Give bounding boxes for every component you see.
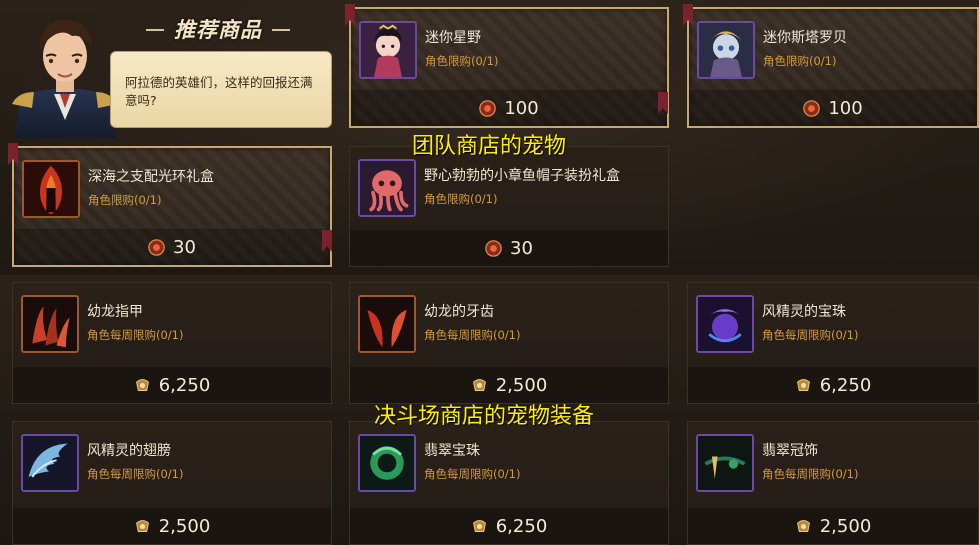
team-shop-annotation: 团队商店的宠物 bbox=[412, 134, 567, 159]
deep-sea-aura-box-icon bbox=[22, 160, 80, 218]
mini-starobe-pet-icon bbox=[697, 21, 755, 79]
purchase-limit: 角色每周限购(0/1) bbox=[424, 328, 521, 342]
shop-item-card-wind-spirit-orb[interactable]: 风精灵的宝珠 角色每周限购(0/1) 6,250 bbox=[687, 282, 979, 404]
gold-medal-coin-icon bbox=[135, 519, 149, 532]
item-name: 幼龙指甲 bbox=[87, 304, 143, 320]
purchase-limit: 角色限购(0/1) bbox=[763, 54, 837, 68]
item-name: 迷你星野 bbox=[425, 30, 481, 46]
ribbon-icon bbox=[6, 143, 20, 165]
ribbon-icon bbox=[656, 92, 670, 114]
purchase-limit: 角色每周限购(0/1) bbox=[87, 328, 184, 342]
price-bar: 100 bbox=[689, 89, 977, 126]
price-bar: 6,250 bbox=[688, 366, 978, 403]
item-price: 30 bbox=[510, 237, 533, 259]
item-price: 100 bbox=[828, 97, 863, 119]
gold-medal-coin-icon bbox=[135, 378, 149, 391]
item-price: 6,250 bbox=[819, 374, 872, 396]
shop-item-card-mini-hoshino[interactable]: 迷你星野 角色限购(0/1) 100 bbox=[349, 7, 669, 128]
item-name: 幼龙的牙齿 bbox=[424, 304, 494, 320]
octopus-hat-box-icon bbox=[358, 159, 416, 217]
dragon-tooth-icon bbox=[358, 295, 416, 353]
item-price: 2,500 bbox=[495, 374, 548, 396]
item-name: 深海之支配光环礼盒 bbox=[88, 169, 214, 185]
npc-portrait bbox=[10, 8, 120, 138]
purchase-limit: 角色每周限购(0/1) bbox=[762, 328, 859, 342]
purchase-limit: 角色每周限购(0/1) bbox=[762, 467, 859, 481]
shop-item-card-deep-sea-aura[interactable]: 深海之支配光环礼盒 角色限购(0/1) 30 bbox=[12, 146, 332, 267]
item-name: 迷你斯塔罗贝 bbox=[763, 30, 847, 46]
item-name: 风精灵的翅膀 bbox=[87, 443, 171, 459]
gold-medal-coin-icon bbox=[472, 378, 486, 391]
item-price: 100 bbox=[504, 97, 539, 119]
purchase-limit: 角色每周限购(0/1) bbox=[87, 467, 184, 481]
shop-item-card-dragon-tooth[interactable]: 幼龙的牙齿 角色每周限购(0/1) 2,500 bbox=[349, 282, 669, 404]
red-orb-coin-icon bbox=[485, 239, 502, 257]
price-bar: 6,250 bbox=[350, 507, 668, 544]
npc-speech-bubble: 阿拉德的英雄们，这样的回报还满意吗? bbox=[110, 51, 332, 128]
purchase-limit: 角色限购(0/1) bbox=[424, 192, 498, 206]
item-name: 野心勃勃的小章鱼帽子装扮礼盒 bbox=[424, 168, 620, 184]
item-price: 6,250 bbox=[158, 374, 211, 396]
item-name: 翡翠宝珠 bbox=[424, 443, 480, 459]
price-bar: 30 bbox=[350, 229, 668, 266]
purchase-limit: 角色限购(0/1) bbox=[425, 54, 499, 68]
arena-shop-annotation: 决斗场商店的宠物装备 bbox=[374, 404, 595, 429]
red-orb-coin-icon bbox=[479, 99, 497, 117]
item-name: 风精灵的宝珠 bbox=[762, 304, 846, 320]
shop-item-card-dragon-claw[interactable]: 幼龙指甲 角色每周限购(0/1) 6,250 bbox=[12, 282, 332, 404]
price-bar: 6,250 bbox=[13, 366, 331, 403]
shop-item-card-mini-starobe[interactable]: 迷你斯塔罗贝 角色限购(0/1) 100 bbox=[687, 7, 979, 128]
shop-item-card-octopus-hat[interactable]: 野心勃勃的小章鱼帽子装扮礼盒 角色限购(0/1) 30 bbox=[349, 146, 669, 267]
wind-spirit-wings-icon bbox=[21, 434, 79, 492]
price-bar: 30 bbox=[14, 228, 330, 265]
purchase-limit: 角色每周限购(0/1) bbox=[424, 467, 521, 481]
gold-medal-coin-icon bbox=[796, 519, 810, 532]
item-price: 30 bbox=[173, 236, 196, 258]
mini-hoshino-pet-icon bbox=[359, 21, 417, 79]
ribbon-icon bbox=[320, 230, 334, 252]
shop-item-card-jade-orb[interactable]: 翡翠宝珠 角色每周限购(0/1) 6,250 bbox=[349, 421, 669, 545]
shop-item-card-jade-crown[interactable]: 翡翠冠饰 角色每周限购(0/1) 2,500 bbox=[687, 421, 979, 545]
ribbon-icon bbox=[343, 4, 357, 26]
gold-medal-coin-icon bbox=[472, 519, 486, 532]
item-price: 2,500 bbox=[158, 515, 211, 537]
price-bar: 2,500 bbox=[688, 507, 978, 544]
jade-orb-icon bbox=[358, 434, 416, 492]
gold-medal-coin-icon bbox=[796, 378, 810, 391]
ribbon-icon bbox=[681, 4, 695, 26]
red-orb-coin-icon bbox=[803, 99, 821, 117]
dragon-claw-icon bbox=[21, 295, 79, 353]
item-price: 2,500 bbox=[819, 515, 872, 537]
price-bar: 100 bbox=[351, 89, 667, 126]
recommended-title: 推荐商品 bbox=[146, 14, 290, 44]
price-bar: 2,500 bbox=[13, 507, 331, 544]
jade-crown-icon bbox=[696, 434, 754, 492]
item-price: 6,250 bbox=[495, 515, 548, 537]
purchase-limit: 角色限购(0/1) bbox=[88, 193, 162, 207]
item-name: 翡翠冠饰 bbox=[762, 443, 818, 459]
shop-item-card-wind-spirit-wings[interactable]: 风精灵的翅膀 角色每周限购(0/1) 2,500 bbox=[12, 421, 332, 545]
wind-spirit-orb-icon bbox=[696, 295, 754, 353]
red-orb-coin-icon bbox=[148, 238, 165, 256]
